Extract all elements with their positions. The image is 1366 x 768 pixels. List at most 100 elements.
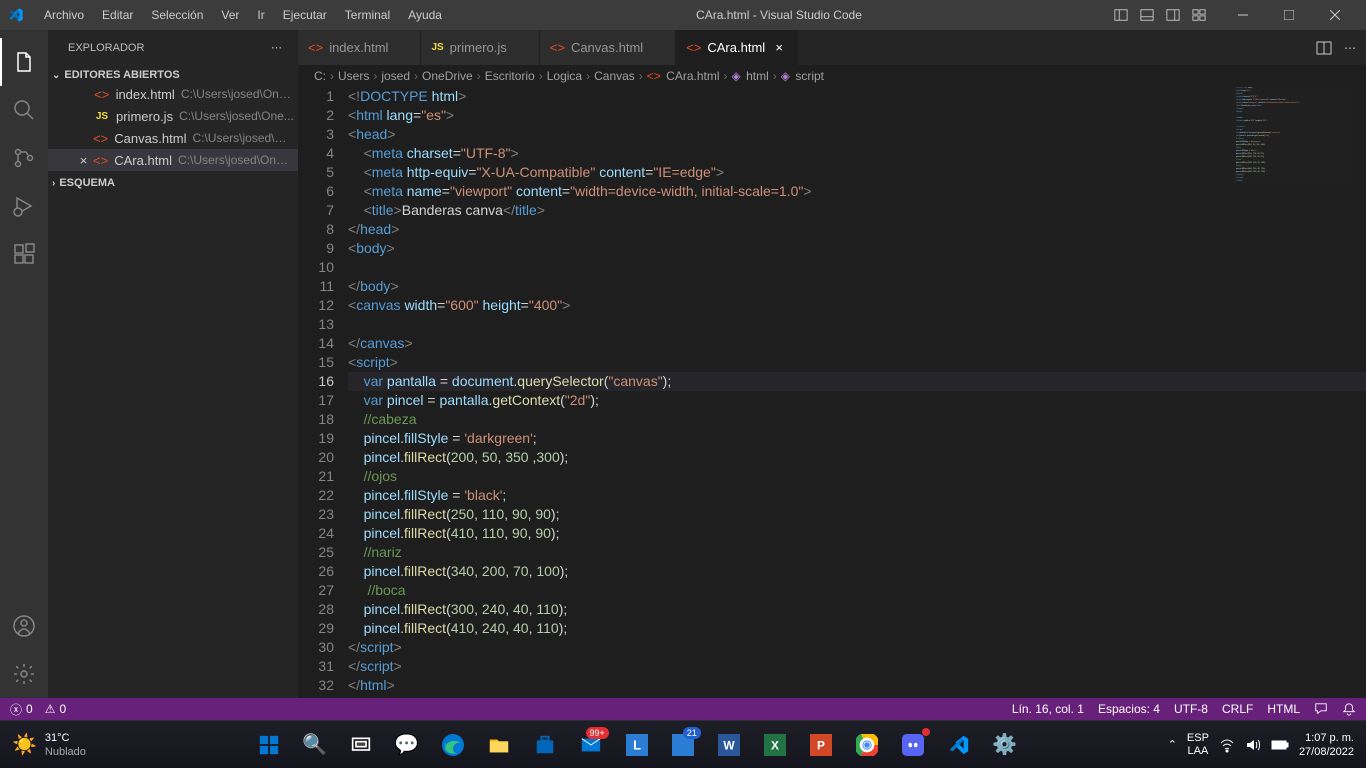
extensions-icon[interactable] [0,230,48,278]
editor-tab[interactable]: <>index.html× [298,30,421,65]
status-bar: ⓧ 0 ⚠ 0 Lín. 16, col. 1 Espacios: 4 UTF-… [0,698,1366,720]
breadcrumb-item[interactable]: josed [381,69,410,83]
task-view-icon[interactable] [341,725,381,765]
file-name: Canvas.html [114,131,186,146]
breadcrumb-item[interactable]: ◈ html [732,69,769,83]
split-editor-icon[interactable] [1316,40,1332,56]
code-area[interactable]: 1234567891011121314151617181920212223242… [298,87,1366,698]
menu-ver[interactable]: Ver [213,4,247,26]
layout-right-icon[interactable] [1160,0,1186,30]
minimize-button[interactable] [1220,0,1266,30]
explorer-icon[interactable] [0,38,48,86]
file-path: C:\Users\josed\One... [179,109,294,123]
powerpoint-icon[interactable]: P [801,725,841,765]
app-square-icon[interactable]: 21 [663,725,703,765]
outline-section[interactable]: › ESQUEMA [48,175,298,191]
sidebar: EXPLORADOR ⋯ ⌄ EDITORES ABIERTOS ×<>inde… [48,30,298,698]
file-name: index.html [116,87,175,102]
breadcrumb-item[interactable]: C: [314,69,326,83]
close-icon[interactable]: × [771,40,787,55]
titlebar: ArchivoEditarSelecciónVerIrEjecutarTermi… [0,0,1366,30]
open-editor-item[interactable]: ×JSprimero.jsC:\Users\josed\One... [48,105,298,127]
editor-tab[interactable]: <>CAra.html× [676,30,798,65]
code-content[interactable]: <!DOCTYPE html><html lang="es"><head> <m… [348,87,1366,698]
vscode-taskbar-icon[interactable] [939,725,979,765]
mail-icon[interactable]: 99+ [571,725,611,765]
menu-terminal[interactable]: Terminal [337,4,398,26]
chrome-icon[interactable] [847,725,887,765]
breadcrumb-item[interactable]: Canvas [594,69,635,83]
encoding[interactable]: UTF-8 [1174,702,1208,716]
word-icon[interactable]: W [709,725,749,765]
breadcrumb-item[interactable]: Logica [547,69,582,83]
menu-archivo[interactable]: Archivo [36,4,92,26]
errors-count[interactable]: ⓧ 0 [10,701,33,718]
title-controls [1108,0,1358,30]
open-editor-item[interactable]: ×<>index.htmlC:\Users\josed\One... [48,83,298,105]
breadcrumbs[interactable]: C:›Users›josed›OneDrive›Escritorio›Logic… [298,65,1366,87]
cursor-position[interactable]: Lín. 16, col. 1 [1012,702,1084,716]
open-editors-section[interactable]: ⌄ EDITORES ABIERTOS [48,67,298,83]
menu-ayuda[interactable]: Ayuda [400,4,450,26]
discord-icon[interactable] [893,725,933,765]
html-file-icon: <> [686,40,701,55]
line-gutter: 1234567891011121314151617181920212223242… [298,87,348,698]
layout-bottom-icon[interactable] [1134,0,1160,30]
tab-label: primero.js [450,40,507,55]
menu-selección[interactable]: Selección [143,4,211,26]
run-debug-icon[interactable] [0,182,48,230]
breadcrumb-item[interactable]: Users [338,69,369,83]
excel-icon[interactable]: X [755,725,795,765]
edge-icon[interactable] [433,725,473,765]
app-l-icon[interactable]: L [617,725,657,765]
source-control-icon[interactable] [0,134,48,182]
breadcrumb-item[interactable]: <> CAra.html [647,69,720,83]
more-icon[interactable]: ⋯ [1344,41,1356,55]
breadcrumb-item[interactable]: ◈ script [781,69,824,83]
svg-text:W: W [723,738,735,752]
accounts-icon[interactable] [0,602,48,650]
settings-taskbar-icon[interactable]: ⚙️ [985,725,1025,765]
editor-tab[interactable]: JSprimero.js× [421,30,539,65]
weather-widget[interactable]: ☀️ 31°C Nublado [12,731,86,759]
search-icon[interactable] [0,86,48,134]
clock[interactable]: 1:07 p. m. 27/08/2022 [1299,731,1354,759]
section-label: EDITORES ABIERTOS [64,69,179,81]
indent-setting[interactable]: Espacios: 4 [1098,702,1160,716]
more-icon[interactable]: ⋯ [271,41,282,54]
editor-tab[interactable]: <>Canvas.html× [540,30,676,65]
chat-icon[interactable]: 💬 [387,725,427,765]
window-title: CAra.html - Visual Studio Code [450,8,1108,22]
language-mode[interactable]: HTML [1267,702,1300,716]
start-button[interactable] [249,725,289,765]
menu-editar[interactable]: Editar [94,4,141,26]
svg-text:L: L [633,737,641,752]
maximize-button[interactable] [1266,0,1312,30]
search-taskbar-icon[interactable]: 🔍 [295,725,335,765]
minimap[interactable]: <!DOCTYPE html><html lang="es"><head> <m… [1232,87,1352,187]
weather-desc: Nublado [45,745,86,759]
warnings-count[interactable]: ⚠ 0 [45,701,66,718]
bell-icon[interactable] [1342,702,1356,716]
eol[interactable]: CRLF [1222,702,1253,716]
wifi-icon[interactable] [1219,737,1235,753]
tray-chevron-icon[interactable]: ⌃ [1168,738,1177,751]
menu-ir[interactable]: Ir [249,4,272,26]
language-indicator[interactable]: ESPLAA [1187,732,1209,758]
close-button[interactable] [1312,0,1358,30]
menu-ejecutar[interactable]: Ejecutar [275,4,335,26]
breadcrumb-item[interactable]: Escritorio [485,69,535,83]
file-explorer-icon[interactable] [479,725,519,765]
close-icon[interactable]: × [76,153,91,168]
open-editor-item[interactable]: ×<>CAra.htmlC:\Users\josed\OneD... [48,149,298,171]
volume-icon[interactable] [1245,737,1261,753]
app-badge: 21 [683,727,701,739]
breadcrumb-item[interactable]: OneDrive [422,69,473,83]
open-editor-item[interactable]: ×<>Canvas.htmlC:\Users\josed\On... [48,127,298,149]
layout-grid-icon[interactable] [1186,0,1212,30]
feedback-icon[interactable] [1314,702,1328,716]
store-icon[interactable] [525,725,565,765]
layout-left-icon[interactable] [1108,0,1134,30]
battery-icon[interactable] [1271,739,1289,751]
settings-gear-icon[interactable] [0,650,48,698]
